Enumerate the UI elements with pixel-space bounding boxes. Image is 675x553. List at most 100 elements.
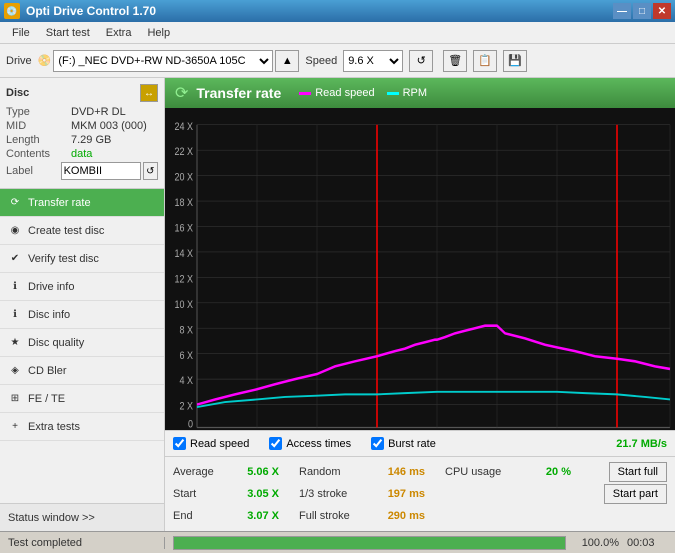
read-speed-legend-label: Read speed — [315, 87, 374, 99]
nav-disc-info-label: Disc info — [28, 309, 70, 321]
disc-label-input[interactable] — [61, 162, 141, 180]
progress-fill — [174, 537, 565, 549]
svg-text:20 X: 20 X — [175, 172, 194, 184]
menu-extra[interactable]: Extra — [98, 25, 140, 41]
erase-button[interactable]: 🗑 — [443, 50, 467, 72]
disc-header: Disc ↔ — [6, 84, 158, 102]
nav-extra-tests-label: Extra tests — [28, 421, 80, 433]
disc-contents-row: Contents data — [6, 148, 158, 160]
svg-text:4 X: 4 X — [180, 375, 194, 387]
nav-item-drive-info[interactable]: ℹ Drive info — [0, 273, 164, 301]
random-col: Random 146 ms — [299, 466, 425, 478]
progress-bar — [173, 536, 566, 550]
nav-item-disc-info[interactable]: ℹ Disc info — [0, 301, 164, 329]
burst-rate-checkbox-group: Burst rate — [371, 437, 436, 450]
menu-start-test[interactable]: Start test — [38, 25, 98, 41]
nav-item-fe-te[interactable]: ⊞ FE / TE — [0, 385, 164, 413]
status-window-button[interactable]: Status window >> — [0, 503, 164, 531]
start-full-button[interactable]: Start full — [609, 462, 667, 482]
titlebar-left: 💿 Opti Drive Control 1.70 — [4, 3, 156, 19]
disc-contents-value: data — [71, 148, 92, 160]
stroke13-value: 197 ms — [375, 488, 425, 500]
stats-table: Average 5.06 X Random 146 ms CPU usage 2… — [165, 456, 675, 531]
rpm-legend-label: RPM — [403, 87, 427, 99]
svg-text:16 X: 16 X — [175, 223, 194, 235]
speed-label: Speed — [305, 55, 337, 67]
disc-label-row: Label ↺ — [6, 162, 158, 180]
verify-disc-icon: ✔ — [8, 252, 22, 266]
nav-item-extra-tests[interactable]: + Extra tests — [0, 413, 164, 441]
disc-mid-label: MID — [6, 120, 71, 132]
close-button[interactable]: ✕ — [653, 3, 671, 19]
read-speed-checkbox-group: Read speed — [173, 437, 249, 450]
copy-button[interactable]: 📋 — [473, 50, 497, 72]
nav-drive-info-label: Drive info — [28, 281, 74, 293]
maximize-button[interactable]: □ — [633, 3, 651, 19]
disc-type-label: Type — [6, 106, 71, 118]
svg-text:22 X: 22 X — [175, 146, 194, 158]
nav-item-cd-bler[interactable]: ◈ CD Bler — [0, 357, 164, 385]
start-col: Start 3.05 X — [173, 488, 279, 500]
disc-length-value: 7.29 GB — [71, 134, 111, 146]
menu-help[interactable]: Help — [139, 25, 178, 41]
nav-cd-bler-label: CD Bler — [28, 365, 67, 377]
disc-label-refresh-button[interactable]: ↺ — [143, 162, 158, 180]
app-icon: 💿 — [4, 3, 20, 19]
menu-file[interactable]: File — [4, 25, 38, 41]
cd-bler-icon: ◈ — [8, 364, 22, 378]
drive-select[interactable]: (F:) _NEC DVD+-RW ND-3650A 105C — [53, 50, 273, 72]
drive-label: Drive — [6, 55, 32, 67]
access-times-checkbox-label: Access times — [286, 438, 351, 450]
random-label: Random — [299, 466, 369, 478]
refresh-button[interactable]: ↺ — [409, 50, 433, 72]
cpu-label: CPU usage — [445, 466, 525, 478]
progress-container: 100.0% 00:03 — [165, 536, 675, 550]
svg-text:14 X: 14 X — [175, 248, 194, 260]
fe-te-icon: ⊞ — [8, 392, 22, 406]
svg-text:24 X: 24 X — [175, 121, 194, 133]
cpu-value: 20 % — [531, 466, 571, 478]
stroke13-col: 1/3 stroke 197 ms — [299, 488, 425, 500]
create-disc-icon: ◉ — [8, 224, 22, 238]
disc-label-label: Label — [6, 165, 61, 177]
speed-select[interactable]: 9.6 X — [343, 50, 403, 72]
disc-quality-icon: ★ — [8, 336, 22, 350]
start-value: 3.05 X — [229, 488, 279, 500]
start-part-button[interactable]: Start part — [604, 484, 667, 504]
nav-item-create-test-disc[interactable]: ◉ Create test disc — [0, 217, 164, 245]
svg-text:18 X: 18 X — [175, 197, 194, 209]
chart-legend: Read speed RPM — [299, 87, 427, 99]
access-times-checkbox[interactable] — [269, 437, 282, 450]
svg-text:0: 0 — [188, 419, 193, 430]
read-speed-checkbox[interactable] — [173, 437, 186, 450]
chart-header: ⟳ Transfer rate Read speed RPM — [165, 78, 675, 108]
save-button[interactable]: 💾 — [503, 50, 527, 72]
read-speed-legend-color — [299, 92, 311, 95]
burst-rate-checkbox[interactable] — [371, 437, 384, 450]
random-value: 146 ms — [375, 466, 425, 478]
progress-time: 00:03 — [627, 537, 667, 549]
transfer-rate-icon: ⟳ — [8, 196, 22, 210]
access-times-checkbox-group: Access times — [269, 437, 351, 450]
eject-button[interactable]: ▲ — [275, 50, 299, 72]
status-text: Test completed — [0, 537, 165, 549]
average-label: Average — [173, 466, 223, 478]
nav-item-disc-quality[interactable]: ★ Disc quality — [0, 329, 164, 357]
end-label: End — [173, 510, 223, 522]
disc-title: Disc — [6, 87, 29, 99]
legend-read-speed: Read speed — [299, 87, 374, 99]
main-area: Disc ↔ Type DVD+R DL MID MKM 003 (000) L… — [0, 78, 675, 531]
chart-title: Transfer rate — [196, 85, 281, 101]
fullstroke-col: Full stroke 290 ms — [299, 510, 425, 522]
minimize-button[interactable]: — — [613, 3, 631, 19]
titlebar: 💿 Opti Drive Control 1.70 — □ ✕ — [0, 0, 675, 22]
chart-icon: ⟳ — [175, 83, 188, 103]
fullstroke-label: Full stroke — [299, 510, 369, 522]
average-value: 5.06 X — [229, 466, 279, 478]
nav-item-verify-test-disc[interactable]: ✔ Verify test disc — [0, 245, 164, 273]
disc-arrow-button[interactable]: ↔ — [140, 84, 158, 102]
progress-percentage: 100.0% — [574, 537, 619, 549]
nav-item-transfer-rate[interactable]: ⟳ Transfer rate — [0, 189, 164, 217]
app-title: Opti Drive Control 1.70 — [26, 4, 156, 18]
nav-verify-test-disc-label: Verify test disc — [28, 253, 99, 265]
